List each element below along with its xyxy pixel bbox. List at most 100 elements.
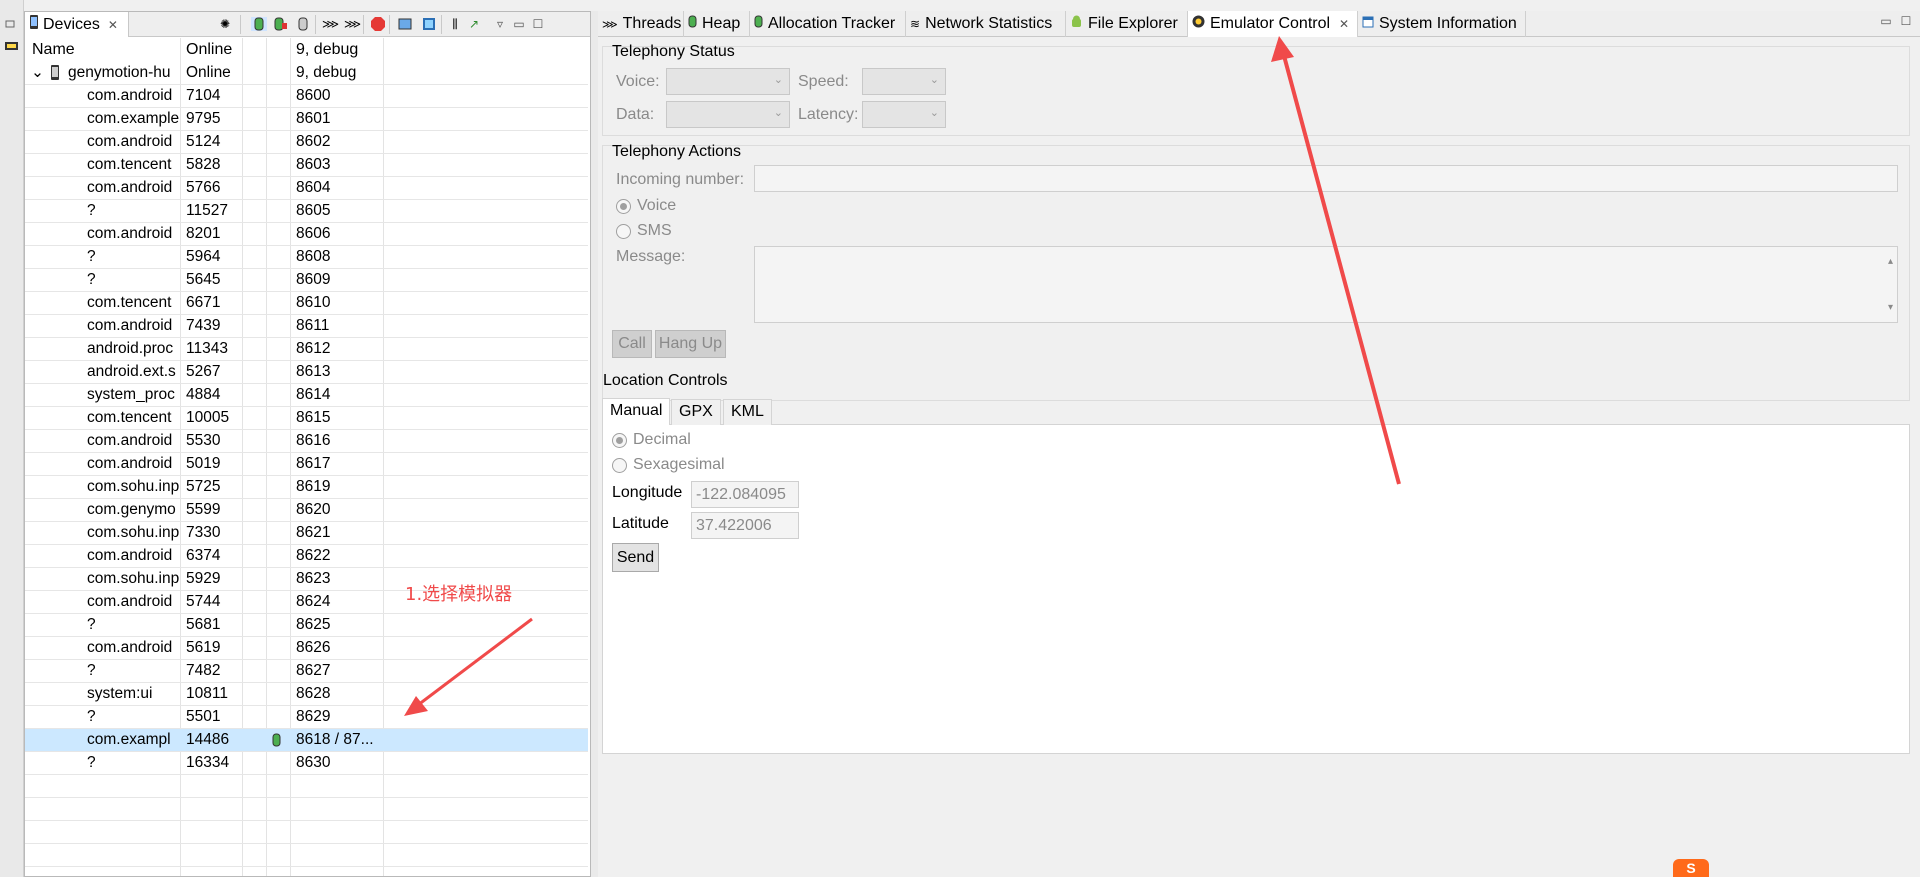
sexagesimal-radio[interactable]: Sexagesimal — [612, 456, 725, 474]
incoming-number-input[interactable] — [754, 165, 1898, 192]
column-name[interactable]: Name — [32, 41, 75, 59]
process-row[interactable]: com.android 5019 8617 — [25, 453, 588, 476]
call-button[interactable]: Call — [612, 330, 652, 358]
process-row[interactable]: com.android 5766 8604 — [25, 177, 588, 200]
voice-label: Voice: — [616, 73, 660, 90]
process-row[interactable]: ? 5964 8608 — [25, 246, 588, 269]
process-pid: 5645 — [186, 271, 221, 288]
screen-capture-icon[interactable] — [397, 17, 413, 31]
cause-gc-icon[interactable] — [295, 17, 311, 31]
restore-icon[interactable] — [5, 16, 17, 28]
process-debug-port: 8621 — [296, 524, 331, 541]
tab-gpx[interactable]: GPX — [671, 399, 721, 425]
tab-network-statistics[interactable]: ≋ Network Statistics — [906, 11, 1066, 37]
right-tab-bar: ⋙ Threads Heap Allocation Tracker ≋ Netw… — [598, 11, 1920, 37]
process-pid: 7482 — [186, 662, 221, 679]
latency-select[interactable]: ⌄ — [862, 101, 946, 128]
tab-file-explorer[interactable]: File Explorer — [1066, 11, 1188, 37]
empty-row — [25, 844, 588, 867]
maximize-icon[interactable]: ☐ — [530, 17, 546, 31]
message-textarea[interactable]: ▴ ▾ — [754, 246, 1898, 323]
tab-heap[interactable]: Heap — [684, 11, 750, 37]
longitude-input[interactable]: -122.084095 — [691, 481, 799, 508]
process-debug-port: 8608 — [296, 248, 331, 265]
data-select[interactable]: ⌄ — [666, 101, 790, 128]
decimal-radio[interactable]: Decimal — [612, 431, 691, 449]
process-row[interactable]: com.genymo 5599 8620 — [25, 499, 588, 522]
process-row[interactable]: android.ext.s 5267 8613 — [25, 361, 588, 384]
scroll-down-icon[interactable]: ▾ — [1888, 295, 1893, 320]
process-row[interactable]: com.android 5619 8626 — [25, 637, 588, 660]
process-row[interactable]: system_proc 4884 8614 — [25, 384, 588, 407]
message-label: Message: — [616, 248, 686, 265]
process-row[interactable]: com.example 9795 8601 — [25, 108, 588, 131]
tab-system-information[interactable]: System Information — [1358, 11, 1526, 37]
tab-emulator-control[interactable]: Emulator Control ✕ — [1188, 11, 1358, 37]
process-row[interactable]: com.android 7104 8600 — [25, 85, 588, 108]
process-row[interactable]: system:ui 10811 8628 — [25, 683, 588, 706]
expand-chevron-icon[interactable]: ⌄ — [31, 62, 44, 84]
process-pid: 5019 — [186, 455, 221, 472]
process-row[interactable]: com.tencent 10005 8615 — [25, 407, 588, 430]
process-row[interactable]: com.android 6374 8622 — [25, 545, 588, 568]
minimize-icon[interactable]: ▭ — [511, 17, 527, 31]
systrace-icon[interactable]: ↗ — [466, 17, 482, 31]
sms-radio[interactable]: SMS — [616, 222, 672, 240]
process-row[interactable]: android.proc 11343 8612 — [25, 338, 588, 361]
dump-view-hierarchy-icon[interactable] — [421, 17, 437, 31]
scroll-up-icon[interactable]: ▴ — [1888, 249, 1893, 274]
sogou-ime-icon[interactable]: S — [1673, 859, 1709, 877]
process-row[interactable]: com.sohu.inp 5725 8619 — [25, 476, 588, 499]
tab-threads[interactable]: ⋙ Threads — [598, 11, 684, 37]
stop-process-icon[interactable] — [370, 17, 386, 31]
process-row[interactable]: com.tencent 6671 8610 — [25, 292, 588, 315]
system-info-icon — [1362, 15, 1374, 33]
process-row[interactable]: ? 11527 8605 — [25, 200, 588, 223]
tab-devices[interactable]: Devices ✕ — [25, 12, 129, 37]
process-row[interactable]: com.android 5124 8602 — [25, 131, 588, 154]
phone-icon — [50, 65, 60, 87]
voice-select[interactable]: ⌄ — [666, 68, 790, 95]
update-threads-icon[interactable]: ⋙ — [322, 17, 339, 31]
hang-up-button[interactable]: Hang Up — [655, 330, 726, 358]
close-icon[interactable]: ✕ — [1339, 17, 1349, 31]
device-row[interactable]: ⌄ genymotion-hu Online 9, debug — [25, 62, 588, 85]
process-row[interactable]: ? 5681 8625 — [25, 614, 588, 637]
tab-manual[interactable]: Manual — [602, 398, 671, 425]
minimize-icon[interactable]: ▭ — [1878, 14, 1894, 28]
process-row[interactable]: com.sohu.inp 7330 8621 — [25, 522, 588, 545]
update-heap-icon[interactable] — [251, 17, 267, 31]
debug-bug-icon[interactable]: ✺ — [217, 17, 233, 31]
send-button[interactable]: Send — [612, 543, 659, 572]
tab-kml[interactable]: KML — [723, 399, 772, 425]
process-row[interactable]: ? 16334 8630 — [25, 752, 588, 775]
start-method-profiling-icon[interactable]: ⋙ — [344, 17, 361, 31]
column-build[interactable]: 9, debug — [296, 41, 358, 59]
process-row[interactable]: com.android 5530 8616 — [25, 430, 588, 453]
view-menu-icon[interactable]: ▿ — [492, 17, 508, 31]
process-pid: 10811 — [186, 685, 228, 702]
process-debug-port: 8630 — [296, 754, 331, 771]
speed-select[interactable]: ⌄ — [862, 68, 946, 95]
process-row[interactable]: ? 5501 8629 — [25, 706, 588, 729]
dump-hprof-icon[interactable] — [273, 17, 289, 31]
close-icon[interactable]: ✕ — [108, 18, 118, 32]
process-row[interactable]: com.tencent 5828 8603 — [25, 154, 588, 177]
process-row[interactable]: com.android 7439 8611 — [25, 315, 588, 338]
tab-network-label: Network Statistics — [925, 15, 1053, 32]
sash[interactable] — [591, 11, 598, 877]
voice-radio[interactable]: Voice — [616, 197, 676, 215]
process-row[interactable]: com.android 8201 8606 — [25, 223, 588, 246]
dump-uiautomator-icon[interactable]: ⫼ — [447, 17, 463, 31]
tab-allocation-tracker[interactable]: Allocation Tracker — [750, 11, 906, 37]
tab-emulator-control-label: Emulator Control — [1210, 15, 1331, 32]
process-pid: 5530 — [186, 432, 221, 449]
device-view-icon[interactable] — [5, 38, 18, 50]
process-row[interactable]: ? 7482 8627 — [25, 660, 588, 683]
process-pid: 6671 — [186, 294, 221, 311]
maximize-icon[interactable]: ☐ — [1898, 14, 1914, 28]
process-row[interactable]: com.exampl 14486 8618 / 87... — [25, 729, 588, 752]
process-row[interactable]: ? 5645 8609 — [25, 269, 588, 292]
latitude-input[interactable]: 37.422006 — [691, 512, 799, 539]
column-online[interactable]: Online — [186, 41, 232, 59]
